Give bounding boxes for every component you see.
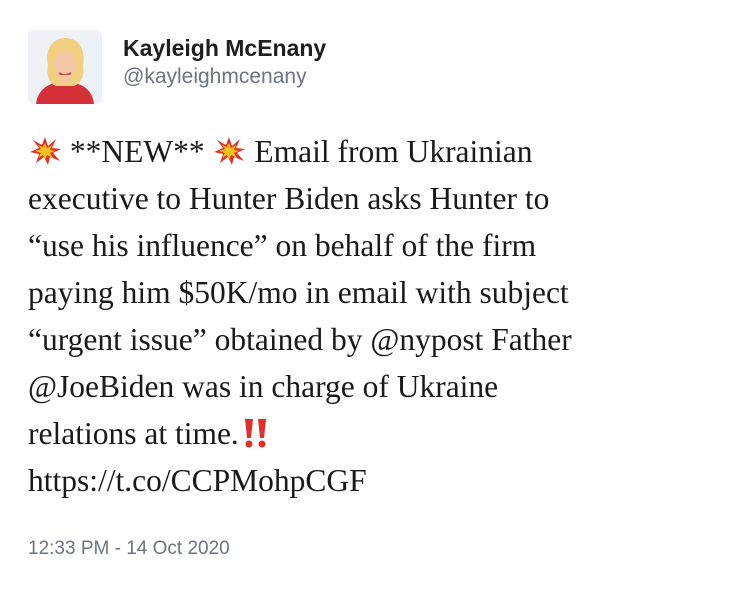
tweet-text: **NEW** Email from Ukrainian executive t… — [28, 128, 728, 504]
tweet-line-5: “urgent issue” obtained by @nypost Fathe… — [28, 322, 572, 357]
display-name[interactable]: Kayleigh McEnany — [123, 35, 326, 61]
collision-emoji-icon — [30, 137, 61, 165]
tweet-card: Kayleigh McEnany @kayleighmcenany **NEW*… — [0, 0, 748, 592]
tweet-line-7-text: relations at time. — [28, 416, 239, 451]
tweet-line-1-text: Email from Ukrainian — [254, 134, 533, 169]
tweet-header: Kayleigh McEnany @kayleighmcenany — [123, 35, 326, 90]
tweet-line-3: “use his influence” on behalf of the fir… — [28, 228, 537, 263]
tweet-line-4: paying him $50K/mo in email with subject — [28, 275, 569, 310]
tweet-line-7: relations at time. — [28, 410, 728, 457]
avatar[interactable] — [28, 30, 102, 104]
tweet-link[interactable]: https://t.co/CCPMohpCGF — [28, 457, 728, 504]
collision-emoji-icon — [214, 137, 246, 165]
double-exclamation-icon — [244, 419, 266, 448]
user-handle[interactable]: @kayleighmcenany — [123, 64, 326, 90]
tweet-timestamp[interactable]: 12:33 PM - 14 Oct 2020 — [28, 538, 230, 560]
tweet-line-6: @JoeBiden was in charge of Ukraine — [28, 369, 499, 404]
tweet-tag: **NEW** — [69, 134, 205, 169]
avatar-portrait — [28, 30, 102, 104]
tweet-line-1: **NEW** Email from Ukrainian — [28, 128, 728, 175]
tweet-line-2: executive to Hunter Biden asks Hunter to — [28, 181, 550, 216]
